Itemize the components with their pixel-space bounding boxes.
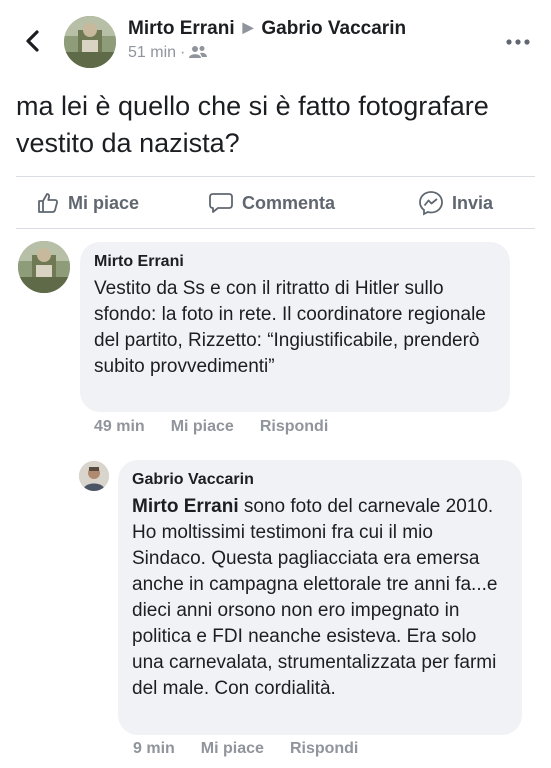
post-text: ma lei è quello che si è fatto fotografa…: [16, 91, 489, 158]
reply-bubble: Gabrio Vaccarin Mirto Errani sono foto d…: [118, 460, 522, 735]
comment-bubble: Mirto Errani Vestito da Ss e con il ritr…: [80, 242, 510, 412]
like-label: Mi piace: [68, 192, 140, 213]
post-header: Mirto Errani ▶ Gabrio Vaccarin 51 min ·: [0, 0, 551, 82]
messenger-icon: [419, 191, 443, 216]
reply-avatar[interactable]: [79, 461, 109, 491]
reply-time[interactable]: 9 min: [133, 740, 175, 757]
reply-body: sono foto del carnevale 2010. Ho moltiss…: [132, 496, 498, 699]
divider: [16, 228, 535, 229]
target-name[interactable]: Gabrio Vaccarin: [261, 18, 406, 39]
comment-label: Commenta: [242, 192, 336, 213]
reply-mention[interactable]: Mirto Errani: [132, 496, 239, 517]
meta-separator: ·: [180, 44, 186, 61]
comment-author[interactable]: Mirto Errani: [94, 252, 496, 272]
back-arrow-icon[interactable]: [22, 28, 44, 54]
reply-reply-link[interactable]: Rispondi: [290, 740, 358, 757]
friends-icon: [189, 46, 208, 58]
comment-text: Vestito da Ss e con il ritratto di Hitle…: [94, 278, 486, 377]
shared-to-arrow-icon: ▶: [242, 19, 254, 35]
author-name[interactable]: Mirto Errani: [128, 18, 235, 39]
divider: [16, 176, 535, 177]
comment-meta: 49 min Mi piace Rispondi: [94, 418, 354, 436]
thumbs-up-icon: [38, 193, 58, 213]
comment-button[interactable]: Commenta: [208, 188, 335, 218]
like-button[interactable]: Mi piace: [36, 188, 139, 218]
more-options-icon[interactable]: [506, 38, 530, 46]
post-names: Mirto Errani ▶ Gabrio Vaccarin: [128, 18, 406, 40]
commenter-avatar[interactable]: [18, 241, 70, 293]
comment-reply-link[interactable]: Rispondi: [260, 418, 328, 435]
action-bar: Mi piace Commenta Invia: [0, 180, 551, 226]
reply-text: Mirto Errani sono foto del carnevale 201…: [132, 494, 508, 702]
send-label: Invia: [452, 192, 494, 213]
post-meta: 51 min ·: [128, 44, 208, 62]
comment-time[interactable]: 49 min: [94, 418, 145, 435]
reply-like-link[interactable]: Mi piace: [201, 740, 264, 757]
reply-author[interactable]: Gabrio Vaccarin: [132, 470, 508, 490]
comment-bubble-icon: [209, 193, 233, 213]
comment-like-link[interactable]: Mi piace: [171, 418, 234, 435]
send-button[interactable]: Invia: [418, 188, 493, 218]
post-time[interactable]: 51 min: [128, 44, 176, 61]
reply-meta: 9 min Mi piace Rispondi: [133, 740, 384, 758]
author-avatar[interactable]: [64, 16, 116, 68]
